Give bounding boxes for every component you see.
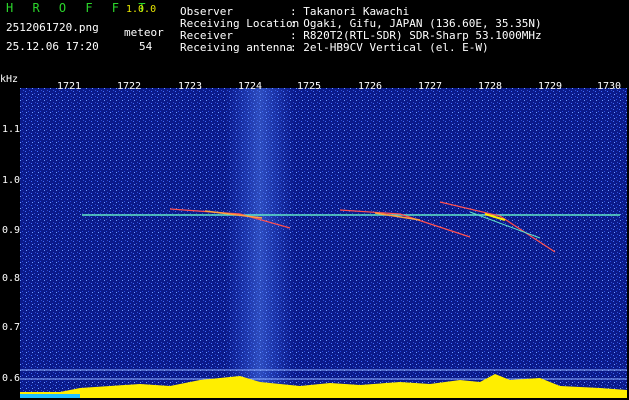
- x-tick-label: 1723: [178, 81, 203, 92]
- x-tick-label: 1730: [597, 81, 622, 92]
- x-tick-label: 1726: [358, 81, 383, 92]
- y-tick-label: 0.8: [2, 273, 21, 284]
- spectrogram: [20, 88, 627, 398]
- y-tick-label: 0.9: [2, 225, 21, 236]
- x-tick-label: 1727: [418, 81, 443, 92]
- x-tick-label: 1728: [478, 81, 503, 92]
- power-bar-base: [20, 394, 80, 398]
- x-tick-label: 1722: [117, 81, 142, 92]
- y-tick-label: 1.0: [2, 175, 21, 186]
- x-tick-label: 1721: [57, 81, 82, 92]
- x-tick-label: 1724: [238, 81, 263, 92]
- y-axis-unit: kHz: [0, 74, 19, 85]
- y-tick-label: 0.7: [2, 322, 21, 333]
- noise-band: [225, 88, 295, 398]
- x-tick-label: 1729: [538, 81, 563, 92]
- y-tick-label: 1.1: [2, 124, 21, 135]
- y-tick-label: 0.6: [2, 373, 21, 384]
- waterfall-background: [20, 88, 627, 398]
- x-tick-label: 1725: [297, 81, 322, 92]
